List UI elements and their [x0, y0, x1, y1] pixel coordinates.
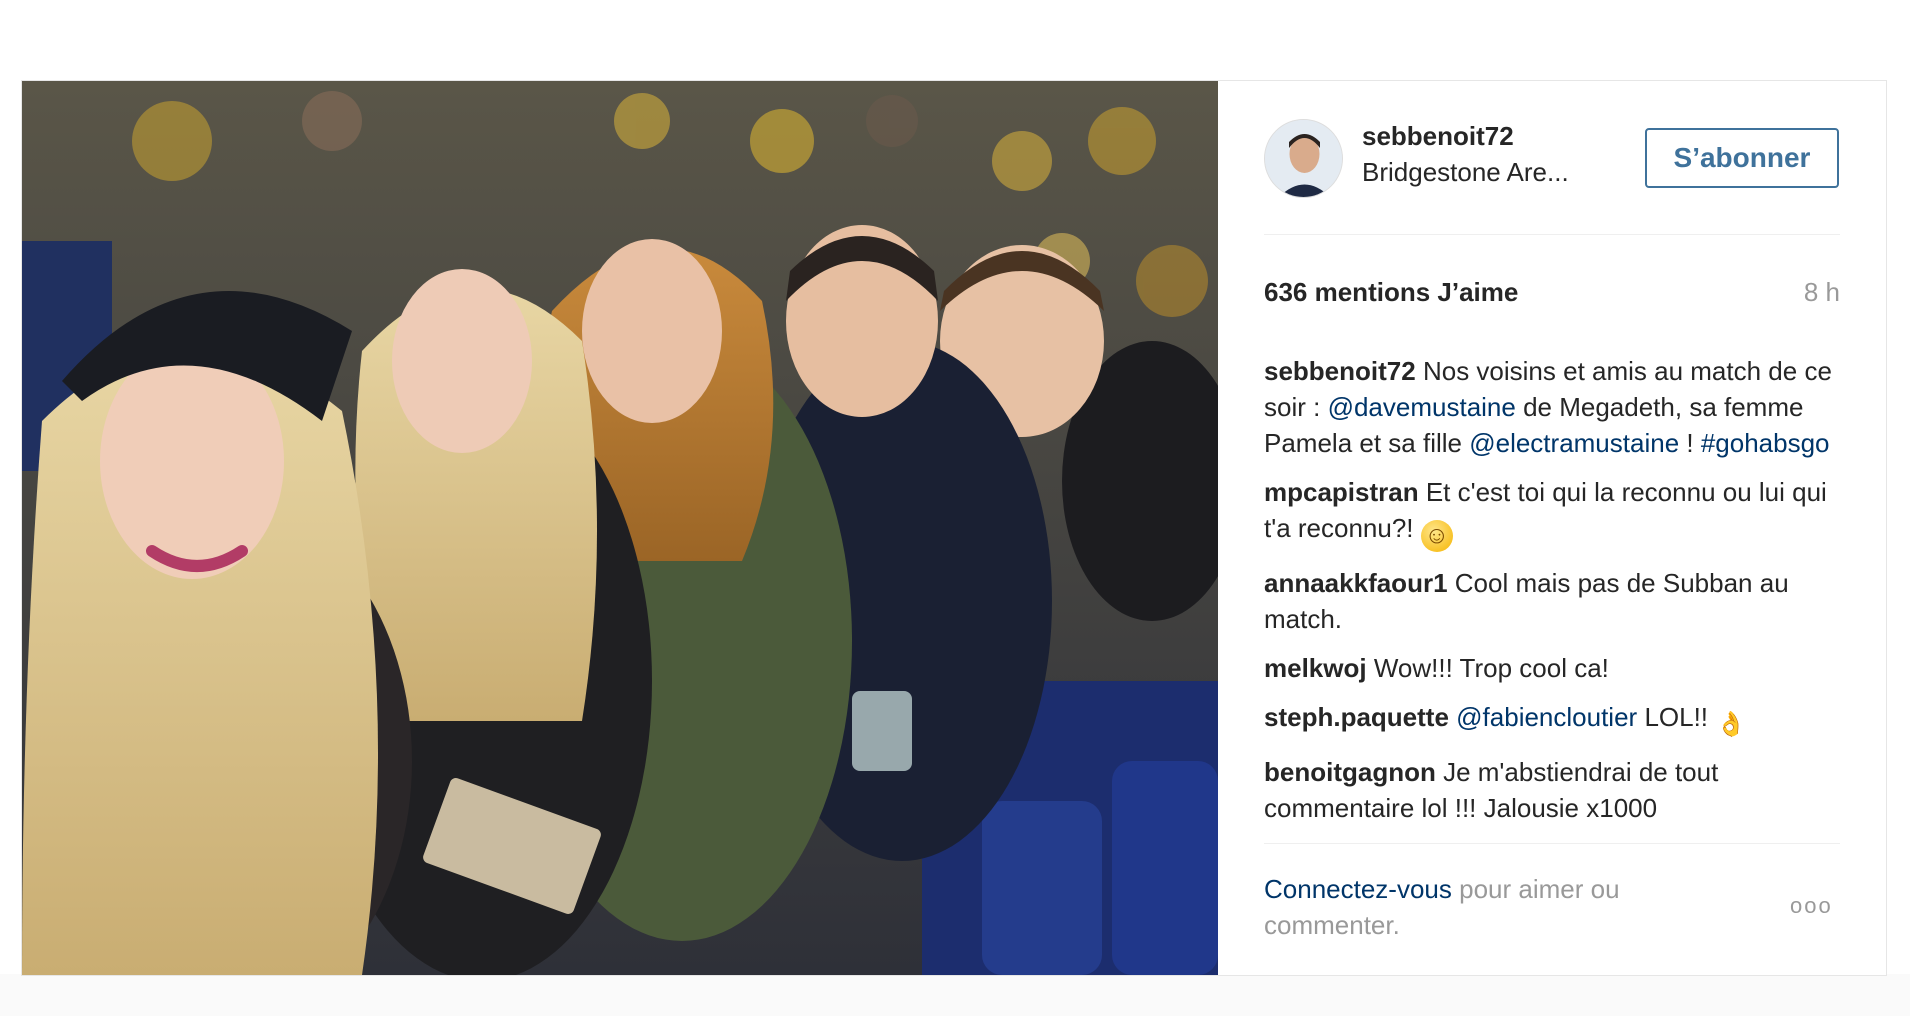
comment-text: LOL!! [1637, 702, 1716, 732]
comment-text: ! [1679, 428, 1701, 458]
comment-mention-link[interactable]: #gohabsgo [1701, 428, 1830, 458]
instagram-post: sebbenoit72 Bridgestone Are... S’abonner… [21, 80, 1887, 976]
avatar[interactable] [1264, 119, 1343, 198]
header-divider [1264, 234, 1840, 235]
post-sidebar: sebbenoit72 Bridgestone Are... S’abonner… [1218, 81, 1886, 975]
comment-item: mpcapistran Et c'est toi qui la reconnu … [1264, 474, 1840, 552]
comment-item: melkwoj Wow!!! Trop cool ca! [1264, 650, 1840, 686]
comment-username[interactable]: sebbenoit72 [1264, 356, 1416, 386]
post-photo [22, 81, 1218, 975]
comment-mention-link[interactable]: @fabiencloutier [1456, 702, 1637, 732]
comment-username[interactable]: melkwoj [1264, 653, 1367, 683]
footer-divider [1264, 843, 1840, 844]
avatar-image [1265, 120, 1342, 197]
post-username[interactable]: sebbenoit72 [1362, 121, 1514, 152]
comment-username[interactable]: mpcapistran [1264, 477, 1419, 507]
ok-hand-emoji-icon: 👌 [1716, 711, 1747, 738]
comment-item: steph.paquette @fabiencloutier LOL!! 👌 [1264, 699, 1840, 741]
comment-mention-link[interactable]: @electramustaine [1469, 428, 1679, 458]
more-options-icon[interactable]: ooo [1790, 893, 1833, 919]
post-timestamp[interactable]: 8 h [1804, 277, 1840, 308]
comment-item: benoitgagnon Je m'abstiendrai de tout co… [1264, 754, 1840, 826]
comment-mention-link[interactable]: @davemustaine [1328, 392, 1516, 422]
comment-username[interactable]: steph.paquette [1264, 702, 1449, 732]
login-prompt: Connectez-vous pour aimer ou commenter. [1264, 871, 1694, 943]
smiling-face-emoji-icon: ☺ [1420, 520, 1453, 552]
likes-count[interactable]: 636 mentions J’aime [1264, 277, 1518, 308]
photo-illustration [22, 81, 1218, 975]
comment-text: Wow!!! Trop cool ca! [1373, 653, 1609, 683]
comment-item: sebbenoit72 Nos voisins et amis au match… [1264, 353, 1840, 461]
post-location[interactable]: Bridgestone Are... [1362, 157, 1569, 188]
page-background [0, 974, 1910, 1016]
comment-item: annaakkfaour1 Cool mais pas de Subban au… [1264, 565, 1840, 637]
comment-username[interactable]: benoitgagnon [1264, 757, 1436, 787]
follow-button[interactable]: S’abonner [1645, 128, 1839, 188]
post-header: sebbenoit72 Bridgestone Are... S’abonner [1218, 81, 1886, 234]
comments-list[interactable]: sebbenoit72 Nos voisins et amis au match… [1264, 353, 1840, 921]
login-link[interactable]: Connectez-vous [1264, 874, 1452, 904]
comment-username[interactable]: annaakkfaour1 [1264, 568, 1448, 598]
